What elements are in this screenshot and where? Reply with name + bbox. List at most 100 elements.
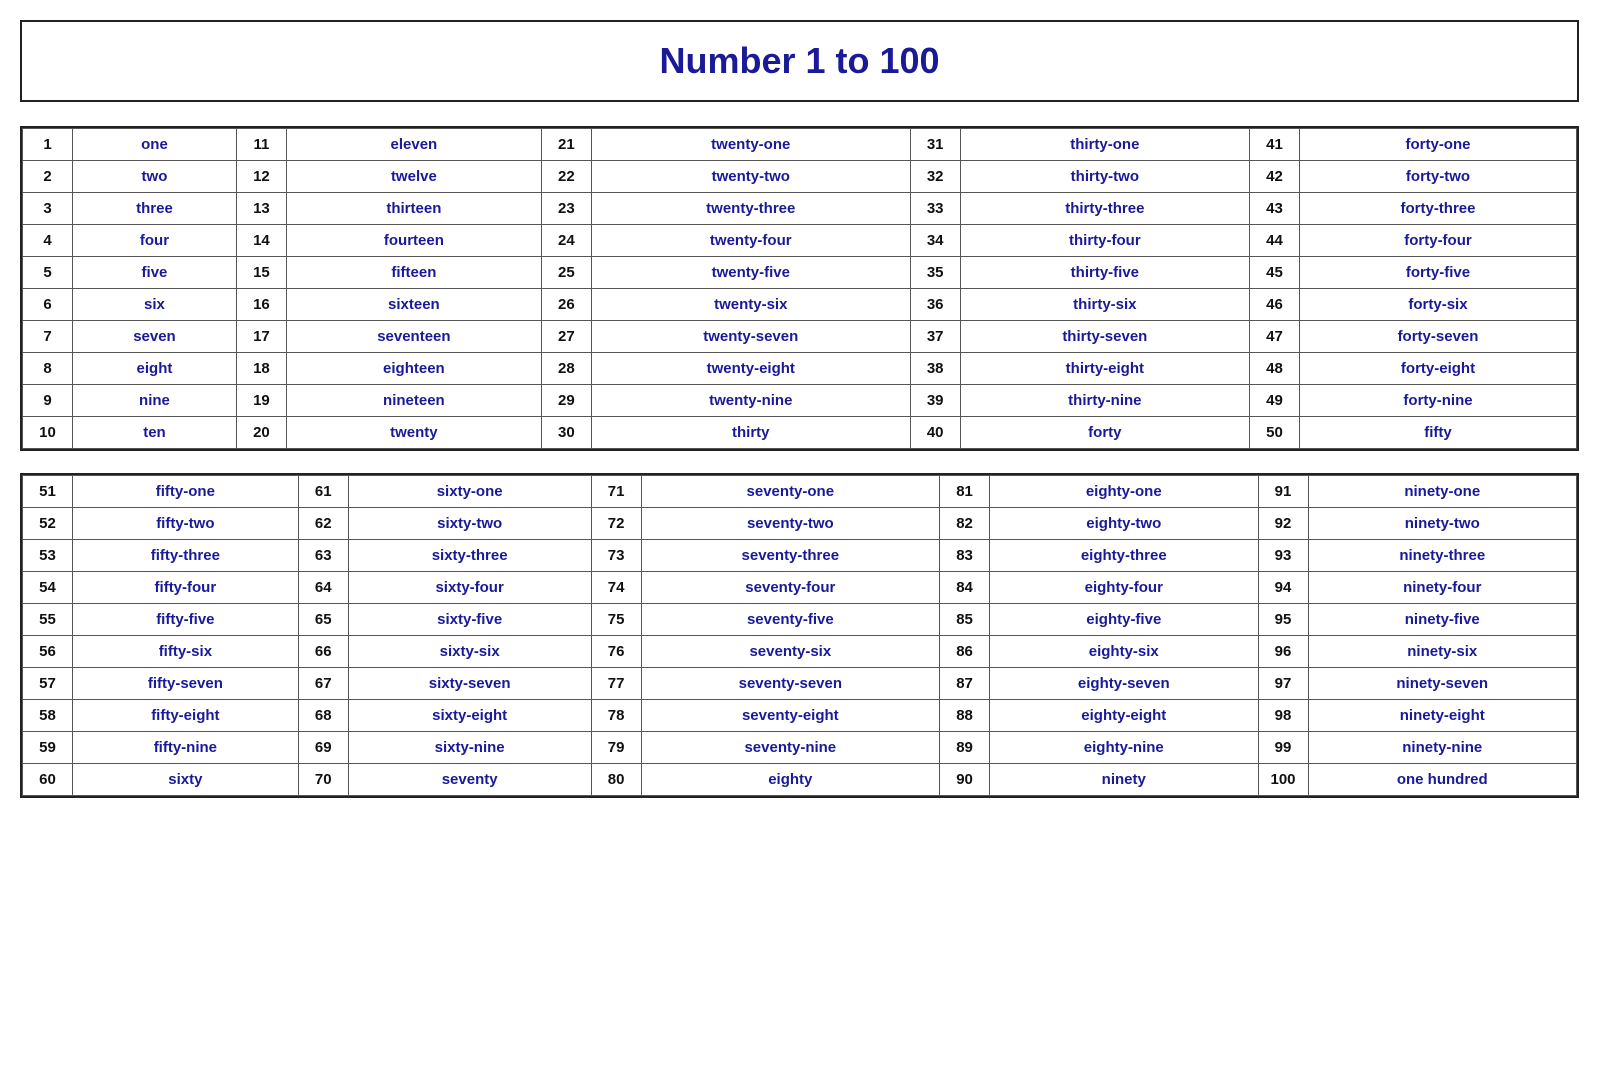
number-cell: 8 bbox=[23, 353, 73, 385]
number-cell: 13 bbox=[236, 193, 286, 225]
number-cell: 15 bbox=[236, 257, 286, 289]
page-title: Number 1 to 100 bbox=[659, 40, 939, 81]
number-cell: 49 bbox=[1249, 385, 1299, 417]
number-cell: 92 bbox=[1258, 508, 1308, 540]
word-cell: twenty-one bbox=[591, 129, 910, 161]
word-cell: twenty bbox=[286, 417, 541, 449]
word-cell: one bbox=[73, 129, 237, 161]
number-cell: 21 bbox=[541, 129, 591, 161]
number-cell: 56 bbox=[23, 636, 73, 668]
number-cell: 36 bbox=[910, 289, 960, 321]
word-cell: seventy-two bbox=[641, 508, 939, 540]
number-cell: 18 bbox=[236, 353, 286, 385]
number-cell: 38 bbox=[910, 353, 960, 385]
number-cell: 24 bbox=[541, 225, 591, 257]
word-cell: ninety-four bbox=[1308, 572, 1577, 604]
word-cell: forty-six bbox=[1299, 289, 1576, 321]
word-cell: forty-nine bbox=[1299, 385, 1576, 417]
number-cell: 58 bbox=[23, 700, 73, 732]
word-cell: thirty-one bbox=[960, 129, 1249, 161]
number-cell: 20 bbox=[236, 417, 286, 449]
number-cell: 61 bbox=[298, 476, 348, 508]
word-cell: ninety-one bbox=[1308, 476, 1577, 508]
number-cell: 44 bbox=[1249, 225, 1299, 257]
title-box: Number 1 to 100 bbox=[20, 20, 1579, 102]
number-cell: 19 bbox=[236, 385, 286, 417]
number-cell: 39 bbox=[910, 385, 960, 417]
word-cell: six bbox=[73, 289, 237, 321]
number-cell: 77 bbox=[591, 668, 641, 700]
word-cell: eighteen bbox=[286, 353, 541, 385]
word-cell: thirty-nine bbox=[960, 385, 1249, 417]
word-cell: seventy-nine bbox=[641, 732, 939, 764]
word-cell: forty-five bbox=[1299, 257, 1576, 289]
word-cell: seventy-eight bbox=[641, 700, 939, 732]
word-cell: eighty-seven bbox=[990, 668, 1258, 700]
number-cell: 69 bbox=[298, 732, 348, 764]
word-cell: eighty-two bbox=[990, 508, 1258, 540]
word-cell: thirty-three bbox=[960, 193, 1249, 225]
word-cell: thirty bbox=[591, 417, 910, 449]
table1-container: 1one11eleven21twenty-one31thirty-one41fo… bbox=[20, 126, 1579, 451]
number-cell: 30 bbox=[541, 417, 591, 449]
word-cell: eighty-one bbox=[990, 476, 1258, 508]
word-cell: eighty-four bbox=[990, 572, 1258, 604]
word-cell: sixty-six bbox=[348, 636, 591, 668]
word-cell: two bbox=[73, 161, 237, 193]
number-cell: 12 bbox=[236, 161, 286, 193]
number-cell: 7 bbox=[23, 321, 73, 353]
number-cell: 43 bbox=[1249, 193, 1299, 225]
number-cell: 29 bbox=[541, 385, 591, 417]
word-cell: thirty-two bbox=[960, 161, 1249, 193]
number-cell: 73 bbox=[591, 540, 641, 572]
word-cell: forty bbox=[960, 417, 1249, 449]
number-cell: 1 bbox=[23, 129, 73, 161]
word-cell: nine bbox=[73, 385, 237, 417]
word-cell: forty-eight bbox=[1299, 353, 1576, 385]
number-cell: 89 bbox=[940, 732, 990, 764]
number-cell: 3 bbox=[23, 193, 73, 225]
word-cell: fifty-five bbox=[73, 604, 299, 636]
word-cell: twenty-nine bbox=[591, 385, 910, 417]
number-cell: 97 bbox=[1258, 668, 1308, 700]
word-cell: sixty-seven bbox=[348, 668, 591, 700]
table1: 1one11eleven21twenty-one31thirty-one41fo… bbox=[22, 128, 1577, 449]
number-cell: 34 bbox=[910, 225, 960, 257]
word-cell: eighty-nine bbox=[990, 732, 1258, 764]
word-cell: ten bbox=[73, 417, 237, 449]
word-cell: seventy bbox=[348, 764, 591, 796]
word-cell: forty-four bbox=[1299, 225, 1576, 257]
word-cell: ninety-five bbox=[1308, 604, 1577, 636]
number-cell: 62 bbox=[298, 508, 348, 540]
word-cell: sixty-one bbox=[348, 476, 591, 508]
number-cell: 84 bbox=[940, 572, 990, 604]
number-cell: 63 bbox=[298, 540, 348, 572]
number-cell: 96 bbox=[1258, 636, 1308, 668]
number-cell: 65 bbox=[298, 604, 348, 636]
word-cell: seventy-three bbox=[641, 540, 939, 572]
number-cell: 41 bbox=[1249, 129, 1299, 161]
word-cell: thirty-four bbox=[960, 225, 1249, 257]
number-cell: 51 bbox=[23, 476, 73, 508]
word-cell: eighty-six bbox=[990, 636, 1258, 668]
number-cell: 40 bbox=[910, 417, 960, 449]
word-cell: eighty-five bbox=[990, 604, 1258, 636]
word-cell: ninety-eight bbox=[1308, 700, 1577, 732]
word-cell: fifty-one bbox=[73, 476, 299, 508]
number-cell: 70 bbox=[298, 764, 348, 796]
number-cell: 86 bbox=[940, 636, 990, 668]
number-cell: 93 bbox=[1258, 540, 1308, 572]
number-cell: 47 bbox=[1249, 321, 1299, 353]
word-cell: twenty-seven bbox=[591, 321, 910, 353]
word-cell: seventy-one bbox=[641, 476, 939, 508]
word-cell: sixty-four bbox=[348, 572, 591, 604]
number-cell: 87 bbox=[940, 668, 990, 700]
word-cell: sixty bbox=[73, 764, 299, 796]
number-cell: 64 bbox=[298, 572, 348, 604]
word-cell: ninety-two bbox=[1308, 508, 1577, 540]
word-cell: fifty-four bbox=[73, 572, 299, 604]
number-cell: 37 bbox=[910, 321, 960, 353]
word-cell: twenty-two bbox=[591, 161, 910, 193]
number-cell: 95 bbox=[1258, 604, 1308, 636]
word-cell: seventy-five bbox=[641, 604, 939, 636]
